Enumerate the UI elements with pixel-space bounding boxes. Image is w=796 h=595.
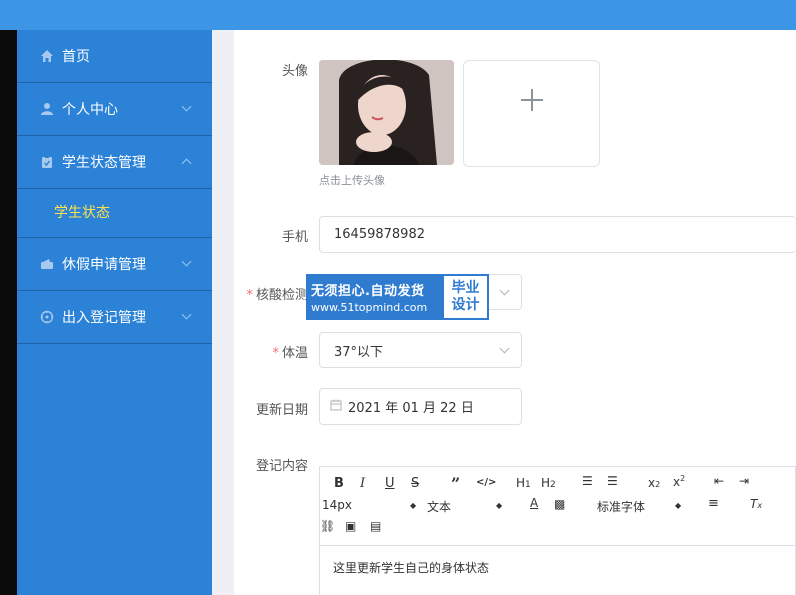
clear-format-icon[interactable]: Tx: [750, 497, 762, 511]
watermark-badge-bottom: 设计: [451, 297, 480, 313]
chevron-up-icon: [181, 158, 192, 169]
text-type-select[interactable]: 文本: [427, 498, 451, 515]
font-family-select[interactable]: 标准字体: [597, 498, 645, 515]
sidebar-item-label: 个人中心: [62, 102, 118, 118]
h1-button[interactable]: H1: [516, 476, 531, 490]
update-date-picker[interactable]: 2021 年 01 月 22 日: [319, 388, 522, 425]
calendar-icon: [330, 399, 342, 415]
sidebar-item-personal-center[interactable]: 个人中心: [17, 83, 212, 136]
compass-icon: [39, 309, 55, 325]
sidebar-item-label: 出入登记管理: [62, 310, 146, 326]
sidebar-item-label: 学生状态管理: [62, 155, 146, 171]
window-left-edge: [0, 0, 17, 595]
content-label: 登记内容: [255, 459, 308, 474]
watermark-url: www.51topmind.com: [311, 301, 428, 314]
phone-value: 16459878982: [334, 227, 425, 242]
link-icon[interactable]: ⛓: [320, 519, 335, 533]
avatar-image[interactable]: [319, 60, 454, 165]
wallet-icon: [39, 256, 55, 272]
sidebar-subitem-label: 学生状态: [54, 205, 110, 221]
avatar-upload-button[interactable]: [463, 60, 600, 167]
watermark-slogan: 无须担心.自动发货: [311, 284, 425, 299]
italic-button[interactable]: I: [360, 476, 365, 491]
temperature-select[interactable]: 37°以下: [319, 332, 522, 368]
phone-input[interactable]: 16459878982: [319, 216, 796, 253]
sidebar-subitem-student-status[interactable]: 学生状态: [17, 189, 212, 238]
phone-label: 手机: [281, 230, 308, 245]
chevron-down-icon: [499, 343, 510, 354]
watermark-overlay: 无须担心.自动发货 www.51topmind.com 毕业 设计: [306, 274, 489, 320]
sidebar-item-leave-mgmt[interactable]: 休假申请管理: [17, 238, 212, 291]
chevron-down-icon: [499, 285, 510, 296]
subscript-button[interactable]: x2: [648, 476, 660, 490]
font-color-icon[interactable]: A: [530, 496, 538, 510]
editor-toolbar: B I U S ” </> H1 H2 ☰ ☰ x2 x2 ⇤ ⇥ 14px ◆…: [319, 466, 796, 545]
sidebar: 首页 个人中心 学生状态管理 学生状态 休假申请管理 出入登记管理: [17, 30, 212, 595]
code-button[interactable]: </>: [476, 477, 496, 488]
dropdown-arrow-icon: ◆: [675, 501, 682, 510]
background-color-icon[interactable]: ▩: [554, 497, 565, 511]
sidebar-item-label: 休假申请管理: [62, 257, 146, 273]
avatar-label: 头像: [281, 64, 308, 79]
outdent-icon[interactable]: ⇤: [714, 474, 724, 488]
video-icon[interactable]: ▤: [370, 519, 381, 533]
temperature-label: * 体温: [272, 346, 308, 361]
bold-button[interactable]: B: [334, 476, 344, 491]
update-date-label: 更新日期: [255, 403, 308, 418]
upload-hint: 点击上传头像: [319, 174, 385, 187]
date-value: 2021 年 01 月 22 日: [348, 401, 474, 416]
temperature-value: 37°以下: [334, 344, 384, 360]
sidebar-item-home[interactable]: 首页: [17, 30, 212, 83]
h2-button[interactable]: H2: [541, 476, 556, 490]
image-icon[interactable]: ▣: [345, 519, 356, 533]
home-icon: [39, 48, 55, 64]
editor-content-area[interactable]: 这里更新学生自己的身体状态: [319, 545, 796, 595]
chevron-down-icon: [181, 101, 192, 112]
dropdown-arrow-icon: ◆: [410, 501, 417, 510]
editor-text: 这里更新学生自己的身体状态: [333, 561, 490, 575]
top-header-bar: [0, 0, 796, 30]
chevron-down-icon: [181, 256, 192, 267]
dropdown-arrow-icon: ◆: [496, 501, 503, 510]
main-content: 头像 点击上传头像 手机 16459878982 * 核酸检测 无须担心.自动发货…: [234, 30, 796, 595]
sidebar-item-label: 首页: [62, 49, 90, 65]
superscript-button[interactable]: x2: [673, 474, 685, 489]
font-size-select[interactable]: 14px: [322, 498, 352, 512]
bullet-list-icon[interactable]: ☰: [607, 474, 618, 488]
indent-icon[interactable]: ⇥: [739, 474, 749, 488]
nucleic-test-label: * 核酸检测: [246, 288, 308, 303]
underline-button[interactable]: U: [385, 476, 395, 491]
quote-button[interactable]: ”: [451, 474, 460, 493]
sidebar-item-entry-exit-mgmt[interactable]: 出入登记管理: [17, 291, 212, 344]
strikethrough-button[interactable]: S: [411, 476, 419, 491]
user-icon: [39, 101, 55, 117]
align-icon[interactable]: ≡: [708, 496, 719, 511]
ordered-list-icon[interactable]: ☰: [582, 474, 593, 488]
clipboard-icon: [39, 154, 55, 170]
sidebar-item-student-status-mgmt[interactable]: 学生状态管理: [17, 136, 212, 189]
watermark-badge-top: 毕业: [451, 280, 480, 296]
chevron-down-icon: [181, 309, 192, 320]
